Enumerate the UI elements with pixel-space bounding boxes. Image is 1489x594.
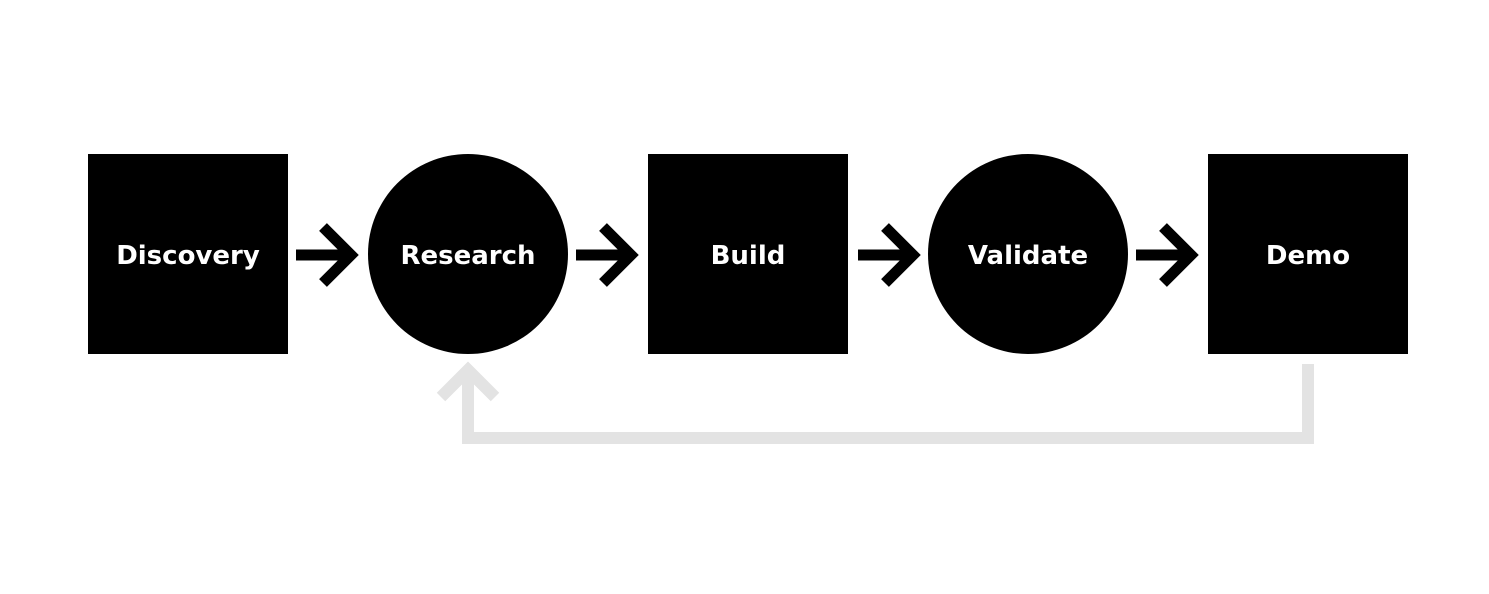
arrow-right-icon [296,223,359,287]
node-demo: Demo [1208,154,1408,354]
node-label: Research [400,241,535,271]
node-research: Research [368,154,568,354]
node-build: Build [648,154,848,354]
arrow-right-icon [1136,223,1199,287]
process-diagram: Discovery Research Build Validate Demo [88,154,1408,444]
node-discovery: Discovery [88,154,288,354]
arrow-right-icon [858,223,921,287]
node-label: Discovery [116,241,260,271]
node-label: Build [711,241,786,271]
node-label: Validate [968,241,1088,271]
arrow-right-icon [576,223,639,287]
feedback-loop-arrow [436,361,1314,444]
node-label: Demo [1266,241,1350,271]
node-validate: Validate [928,154,1128,354]
